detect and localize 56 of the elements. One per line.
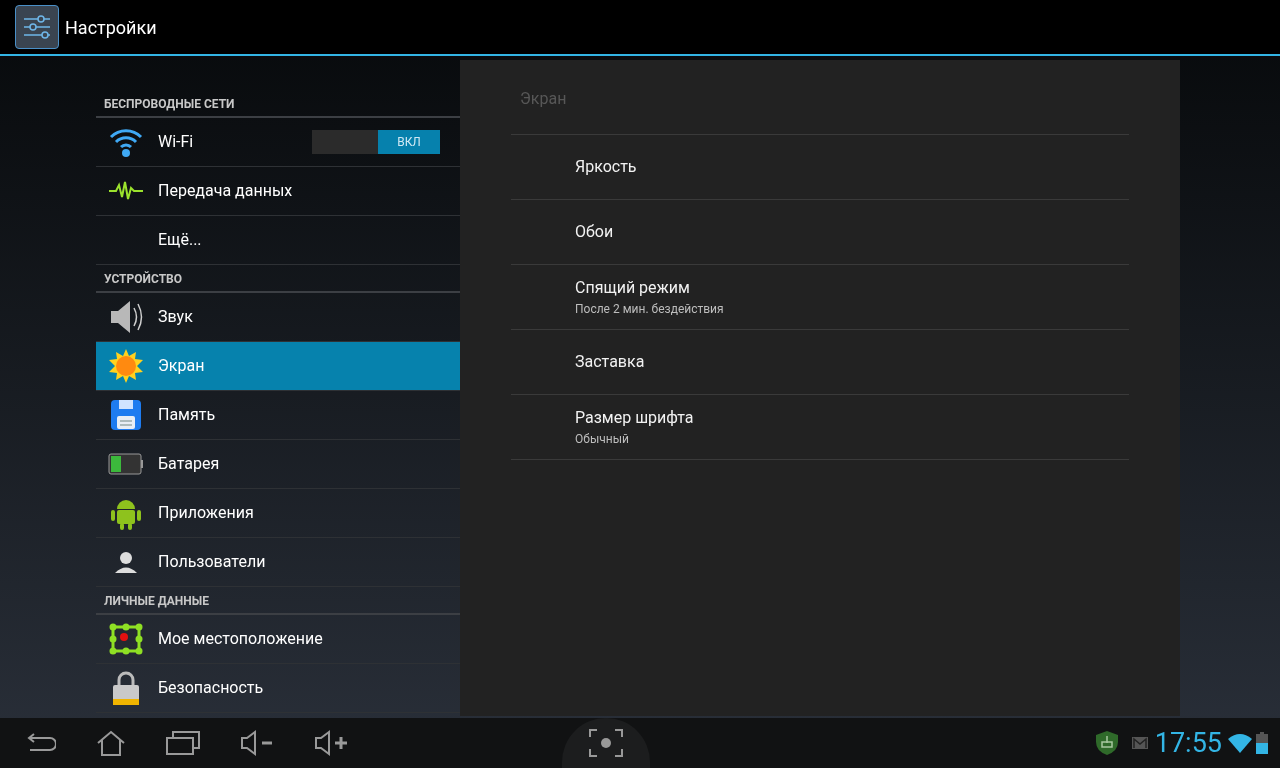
screenshot-icon[interactable] bbox=[589, 729, 623, 757]
settings-item[interactable]: Безопасность bbox=[96, 664, 460, 713]
settings-item[interactable]: Мое местоположение bbox=[96, 615, 460, 664]
preference-title: Спящий режим bbox=[575, 277, 691, 299]
mail-icon bbox=[1130, 736, 1149, 750]
volume-up-icon[interactable] bbox=[314, 730, 348, 756]
toggle-switch[interactable]: ВКЛ bbox=[312, 130, 440, 154]
item-label: Wi-Fi bbox=[158, 131, 195, 153]
battery-icon bbox=[108, 453, 144, 475]
app-title: Настройки bbox=[65, 15, 157, 40]
recent-apps-icon[interactable] bbox=[166, 731, 200, 755]
preference-title: Размер шрифта bbox=[575, 407, 695, 429]
preference-summary: Обычный bbox=[575, 431, 630, 448]
settings-item[interactable]: Батарея bbox=[96, 440, 460, 489]
preference-item[interactable]: Яркость bbox=[511, 135, 1129, 200]
clock-time: 17:55 bbox=[1154, 729, 1222, 757]
preference-summary: После 2 мин. бездействия bbox=[575, 301, 725, 318]
preference-title: Яркость bbox=[575, 156, 638, 178]
settings-sliders-icon[interactable] bbox=[15, 5, 59, 49]
home-icon[interactable] bbox=[96, 730, 126, 756]
settings-item[interactable]: Пользователи bbox=[96, 538, 460, 587]
item-label: Батарея bbox=[158, 453, 221, 475]
preference-item[interactable]: Размер шрифта Обычный bbox=[511, 395, 1129, 460]
item-label: Приложения bbox=[158, 502, 255, 524]
item-label: Передача данных bbox=[158, 180, 294, 202]
wifi-icon bbox=[108, 126, 144, 158]
volume-down-icon[interactable] bbox=[240, 730, 274, 756]
section-header: УСТРОЙСТВО bbox=[96, 265, 460, 293]
location-grid-icon bbox=[109, 623, 143, 655]
item-label: Экран bbox=[158, 355, 206, 377]
padlock-icon bbox=[111, 670, 141, 706]
preference-title: Обои bbox=[575, 221, 615, 243]
preference-item[interactable]: Заставка bbox=[511, 330, 1129, 395]
item-label: Память bbox=[158, 404, 217, 426]
item-label: Ещё... bbox=[158, 229, 203, 251]
settings-item[interactable]: Приложения bbox=[96, 489, 460, 538]
battery-status-icon bbox=[1256, 732, 1268, 754]
settings-item[interactable]: Память bbox=[96, 391, 460, 440]
item-label: Пользователи bbox=[158, 551, 267, 573]
speaker-icon bbox=[108, 298, 144, 336]
wifi-signal-icon bbox=[1228, 733, 1252, 753]
toggle-label: ВКЛ bbox=[378, 130, 440, 154]
preference-item[interactable]: Обои bbox=[511, 200, 1129, 265]
preference-title: Заставка bbox=[575, 351, 646, 373]
sun-icon bbox=[108, 348, 144, 384]
section-header: БЕСПРОВОДНЫЕ СЕТИ bbox=[96, 90, 460, 118]
shield-icon bbox=[1094, 730, 1119, 756]
item-label: Безопасность bbox=[158, 677, 265, 699]
settings-item[interactable]: Экран bbox=[96, 342, 460, 391]
item-label: Звук bbox=[158, 306, 194, 328]
item-label: Мое местоположение bbox=[158, 628, 324, 650]
user-icon bbox=[113, 551, 139, 573]
settings-item[interactable]: Передача данных bbox=[96, 167, 460, 216]
section-header: ЛИЧНЫЕ ДАННЫЕ bbox=[96, 587, 460, 615]
preference-item[interactable]: Спящий режим После 2 мин. бездействия bbox=[511, 265, 1129, 330]
settings-item[interactable]: Wi-Fi ВКЛ bbox=[96, 118, 460, 167]
